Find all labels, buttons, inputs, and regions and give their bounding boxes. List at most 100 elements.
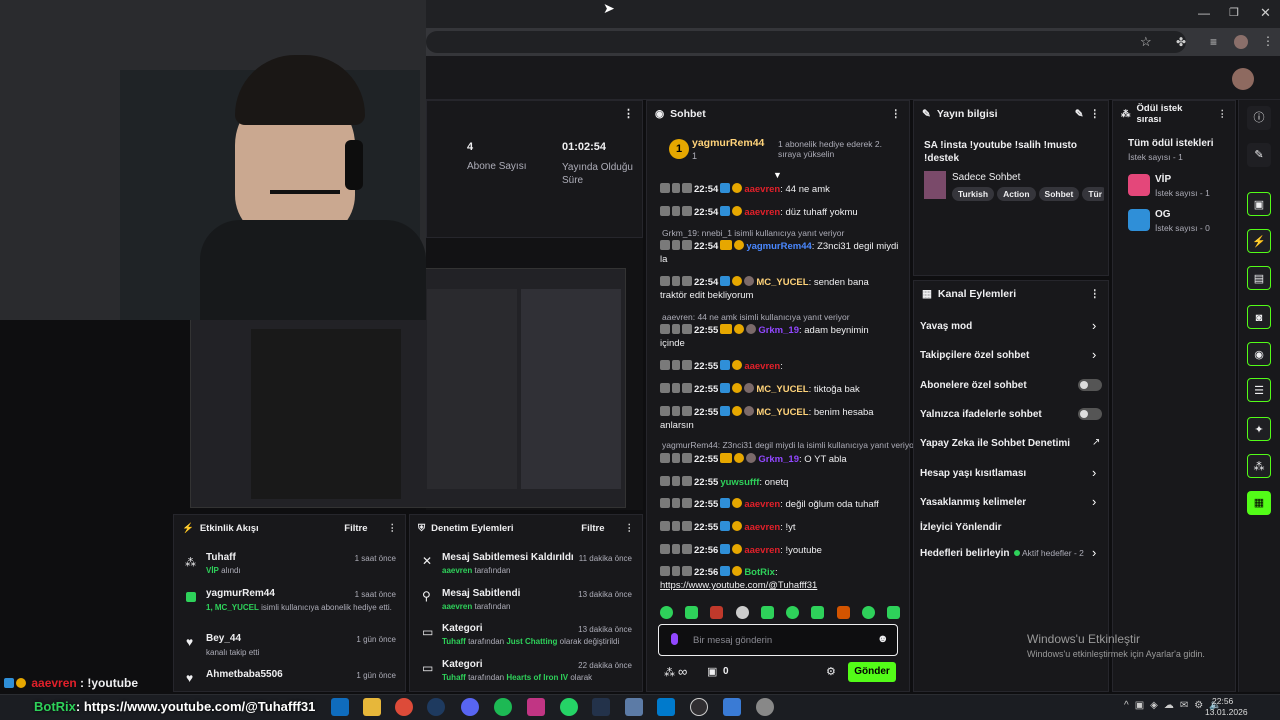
chat-input-box[interactable]: Bir mesaj gönderin ☻ bbox=[658, 624, 898, 656]
chat-message[interactable]: 22:56 aaevren: !youtube bbox=[660, 544, 900, 557]
delete-icon[interactable] bbox=[660, 206, 670, 216]
chat-username[interactable]: Grkm_19 bbox=[758, 325, 799, 336]
editor-icon[interactable] bbox=[592, 698, 610, 716]
shield-icon[interactable] bbox=[682, 183, 692, 193]
browser-menu-icon[interactable]: ⋮ bbox=[1262, 34, 1274, 48]
chat-link[interactable]: https://www.youtube.com/@Tuhafff31 bbox=[660, 579, 900, 592]
bolt-icon[interactable]: ⚡ bbox=[1247, 229, 1271, 253]
settings-icon[interactable]: ⚙ bbox=[826, 665, 836, 678]
folder-icon[interactable] bbox=[363, 698, 381, 716]
timeout-icon[interactable] bbox=[672, 360, 680, 370]
shield-icon[interactable] bbox=[682, 566, 692, 576]
shield-icon[interactable] bbox=[682, 206, 692, 216]
chevron-right-icon[interactable]: › bbox=[1092, 465, 1096, 480]
kebab-icon[interactable]: ⋮ bbox=[623, 107, 634, 120]
chat-username[interactable]: MC_YUCEL bbox=[756, 407, 808, 418]
emote-icon[interactable] bbox=[811, 606, 825, 619]
steam-icon[interactable] bbox=[427, 698, 445, 716]
chat-username[interactable]: aaevren bbox=[744, 545, 780, 556]
gift-badge-icon[interactable] bbox=[732, 406, 743, 416]
clapper-icon[interactable]: ▦ bbox=[1247, 491, 1271, 515]
filter-button[interactable]: Filtre bbox=[344, 523, 367, 534]
timeout-icon[interactable] bbox=[672, 383, 680, 393]
media-icon[interactable]: ≡ bbox=[1210, 35, 1217, 49]
chat-username[interactable]: aaevren bbox=[744, 522, 780, 533]
delete-icon[interactable] bbox=[660, 521, 670, 531]
action-goals[interactable]: Hedefleri belirleyin bbox=[920, 548, 1009, 559]
restore-icon[interactable]: ❐ bbox=[1229, 6, 1239, 19]
address-bar[interactable]: ☆ bbox=[426, 31, 1186, 53]
sub-badge-icon[interactable] bbox=[720, 498, 731, 508]
action-followers-only[interactable]: Takipçilere özel sohbet bbox=[920, 350, 1029, 361]
shield-icon[interactable] bbox=[682, 406, 692, 416]
chat-message[interactable]: 22:54 MC_YUCEL: senden bana traktör edit b… bbox=[660, 276, 900, 302]
delete-icon[interactable] bbox=[660, 406, 670, 416]
chevron-right-icon[interactable]: › bbox=[1092, 318, 1096, 333]
sub-badge-icon[interactable] bbox=[720, 276, 731, 286]
user-avatar-icon[interactable] bbox=[746, 453, 757, 463]
delete-icon[interactable] bbox=[660, 566, 670, 576]
shield-icon[interactable] bbox=[682, 498, 692, 508]
gift-badge-icon[interactable] bbox=[732, 544, 743, 554]
sub-badge-icon[interactable] bbox=[720, 383, 731, 393]
chat-message[interactable]: 22:55 MC_YUCEL: benim hesaba anlarsın bbox=[660, 406, 900, 432]
sub-badge-icon[interactable] bbox=[720, 206, 731, 216]
spotify-icon[interactable] bbox=[494, 698, 512, 716]
tag[interactable]: Turkish bbox=[952, 187, 995, 201]
crown-badge-icon[interactable] bbox=[720, 240, 733, 250]
kebab-icon[interactable]: ⋮ bbox=[388, 523, 398, 534]
action-ai-moderation[interactable]: Yapay Zeka ile Sohbet Denetimi bbox=[920, 438, 1070, 449]
chat-username[interactable]: yagmurRem44 bbox=[746, 241, 811, 252]
send-button[interactable]: Gönder bbox=[848, 662, 896, 682]
chat-message[interactable]: 22:55 MC_YUCEL: tiktoğa bak bbox=[660, 383, 900, 396]
emotes-only-toggle[interactable] bbox=[1078, 408, 1102, 420]
delete-icon[interactable] bbox=[660, 383, 670, 393]
timeout-icon[interactable] bbox=[672, 406, 680, 416]
sub-badge-icon[interactable] bbox=[720, 360, 731, 370]
user-avatar-icon[interactable] bbox=[744, 383, 755, 393]
obs-icon[interactable] bbox=[690, 698, 708, 716]
kebab-icon[interactable]: ⋮ bbox=[625, 523, 635, 534]
wrench-icon[interactable]: ✦ bbox=[1247, 417, 1271, 441]
chat-icon[interactable]: ◙ bbox=[1247, 305, 1271, 329]
discord-icon[interactable] bbox=[461, 698, 479, 716]
minimize-icon[interactable]: — bbox=[1198, 6, 1210, 20]
shield-icon[interactable] bbox=[682, 324, 692, 334]
gift-badge-icon[interactable] bbox=[732, 276, 743, 286]
chat-message[interactable]: 22:55 aaevren: değil oğlum oda tuhaff bbox=[660, 498, 900, 511]
og-reward-icon[interactable] bbox=[1128, 209, 1150, 231]
scroll-down-icon[interactable]: ▼ bbox=[773, 170, 782, 180]
emote-icon[interactable] bbox=[886, 606, 900, 619]
timeout-icon[interactable] bbox=[672, 521, 680, 531]
tag[interactable]: Action bbox=[997, 187, 1036, 201]
action-subs-only[interactable]: Abonelere özel sohbet bbox=[920, 380, 1027, 391]
kebab-icon[interactable]: ⋮ bbox=[1090, 108, 1101, 120]
timeout-icon[interactable] bbox=[672, 206, 680, 216]
crown-badge-icon[interactable] bbox=[720, 324, 733, 334]
sub-badge-icon[interactable] bbox=[720, 521, 731, 531]
chevron-right-icon[interactable]: › bbox=[1092, 347, 1096, 362]
gift-badge-icon[interactable] bbox=[732, 566, 743, 576]
chevron-right-icon[interactable]: › bbox=[1092, 545, 1096, 560]
shield-icon[interactable] bbox=[682, 521, 692, 531]
chat-message[interactable]: 22:55 aaevren: !yt bbox=[660, 521, 900, 534]
shield-icon[interactable] bbox=[682, 453, 692, 463]
chat-message[interactable]: 22:54 aaevren: düz tuhaff yokmu bbox=[660, 206, 900, 219]
shield-icon[interactable] bbox=[682, 544, 692, 554]
emote-icon[interactable] bbox=[786, 606, 800, 619]
delete-icon[interactable] bbox=[660, 476, 670, 486]
gift-badge-icon[interactable] bbox=[732, 383, 743, 393]
chat-username[interactable]: yuwsufff bbox=[720, 477, 759, 488]
emote-icon[interactable] bbox=[836, 606, 850, 619]
sub-badge-icon[interactable] bbox=[720, 544, 731, 554]
delete-icon[interactable] bbox=[660, 360, 670, 370]
chat-username[interactable]: aaevren bbox=[744, 361, 780, 372]
user-avatar-icon[interactable] bbox=[746, 324, 757, 334]
pencil-icon[interactable]: ✎ bbox=[1247, 143, 1271, 167]
action-raid[interactable]: İzleyici Yönlendir bbox=[920, 522, 1002, 533]
reward-name[interactable]: VİP bbox=[1155, 174, 1171, 185]
emote-icon[interactable] bbox=[710, 606, 724, 619]
sub-badge-icon[interactable] bbox=[720, 183, 731, 193]
sub-badge-icon[interactable] bbox=[720, 406, 731, 416]
kebab-icon[interactable]: ⋮ bbox=[1090, 288, 1101, 300]
